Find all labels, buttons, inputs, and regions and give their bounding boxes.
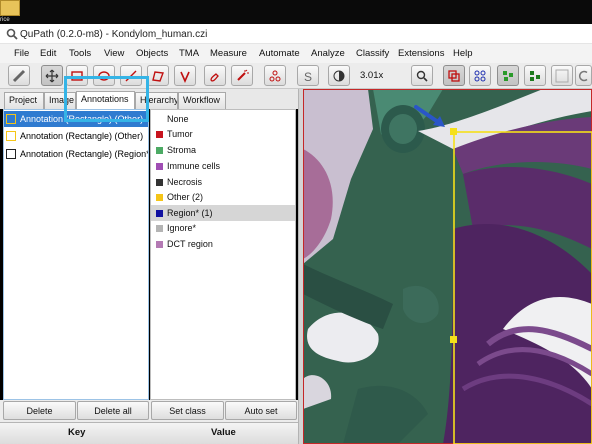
class-swatch — [156, 224, 163, 232]
fill-detections-button[interactable] — [524, 65, 546, 86]
tab-project[interactable]: Project — [4, 92, 44, 109]
show-annotations-icon — [448, 69, 460, 82]
class-item-necrosis[interactable]: Necrosis — [151, 174, 295, 190]
class-swatch — [156, 193, 163, 201]
menu-extensions[interactable]: Extensions — [398, 48, 444, 59]
class-swatch — [156, 146, 163, 154]
wand-tool-icon — [237, 69, 249, 81]
brush-tool-button[interactable] — [204, 65, 226, 86]
menu-automate[interactable]: Automate — [259, 48, 300, 59]
show-detections-icon — [503, 70, 513, 81]
polyline-tool-button[interactable] — [174, 65, 196, 86]
class-item-dct-region[interactable]: DCT region — [151, 236, 295, 252]
menu-help[interactable]: Help — [453, 48, 473, 59]
brightness-contrast-button[interactable] — [328, 65, 350, 86]
show-annotations-button[interactable] — [443, 65, 465, 86]
tissue-image — [303, 89, 592, 444]
svg-text:S: S — [304, 70, 312, 83]
annotation-list-item[interactable]: Annotation (Rectangle) (Region*) — [4, 146, 148, 162]
show-tma-grid-button[interactable] — [469, 65, 491, 86]
menu-tools[interactable]: Tools — [69, 48, 91, 59]
class-swatch — [156, 162, 163, 170]
show-detections-button[interactable] — [497, 65, 519, 86]
class-swatch — [156, 240, 163, 248]
measure-tool-icon — [12, 69, 26, 82]
class-item-ignore[interactable]: Ignore* — [151, 220, 295, 236]
measure-tool-button[interactable] — [8, 65, 30, 86]
zoom-to-fit-icon — [416, 70, 428, 82]
selection-mode-button[interactable]: S — [297, 65, 319, 86]
brush-tool-icon — [210, 72, 219, 82]
class-item-region[interactable]: Region* (1) — [151, 205, 295, 221]
annotation-list-item[interactable]: Annotation (Rectangle) (Other) — [4, 128, 148, 144]
measurement-table-header — [0, 422, 300, 444]
polygon-tool-button[interactable] — [147, 65, 169, 86]
set-class-button[interactable]: Set class — [151, 401, 224, 420]
class-label: Stroma — [167, 145, 197, 155]
brightness-contrast-icon — [333, 70, 345, 81]
class-item-other[interactable]: Other (2) — [151, 189, 295, 205]
class-label: DCT region — [167, 239, 213, 249]
move-tool-button[interactable] — [41, 65, 63, 86]
key-column-header[interactable]: Key — [68, 427, 85, 438]
class-label: Immune cells — [167, 161, 221, 171]
zoom-to-fit-button[interactable] — [411, 65, 433, 86]
annotation-color-box — [6, 131, 16, 141]
menu-objects[interactable]: Objects — [136, 48, 168, 59]
annotation-color-box — [6, 149, 16, 159]
delete-all-button[interactable]: Delete all — [77, 401, 149, 420]
image-viewer[interactable] — [303, 89, 592, 444]
class-label: Region* (1) — [167, 208, 213, 218]
tab-workflow[interactable]: Workflow — [178, 92, 226, 109]
wand-tool-button[interactable] — [231, 65, 253, 86]
show-overlay-options-button[interactable] — [575, 65, 592, 86]
show-pixel-classification-button[interactable] — [551, 65, 573, 86]
points-tool-button[interactable] — [264, 65, 286, 86]
class-label: Other (2) — [167, 192, 204, 202]
highlight-callout-annotations-tab — [64, 76, 149, 122]
class-swatch — [156, 130, 163, 138]
auto-set-button[interactable]: Auto set — [225, 401, 297, 420]
annotation-label: Annotation (Rectangle) (Region*) — [20, 149, 148, 159]
folder-icon[interactable] — [0, 0, 20, 16]
value-column-header[interactable]: Value — [211, 427, 236, 438]
annotation-label: Annotation (Rectangle) (Other) — [20, 131, 144, 141]
menu-classify[interactable]: Classify — [356, 48, 389, 59]
menu-file[interactable]: File — [14, 48, 29, 59]
show-pixel-classification-icon — [555, 69, 569, 82]
class-swatch — [156, 116, 163, 123]
menu-tma[interactable]: TMA — [179, 48, 199, 59]
annotation-color-box — [6, 114, 16, 124]
class-item-tumor[interactable]: Tumor — [151, 126, 295, 142]
desktop-strip — [0, 0, 592, 24]
zoom-level: 3.01x — [360, 70, 384, 81]
class-label: None — [167, 114, 189, 124]
class-item-none[interactable]: None — [151, 111, 295, 127]
class-item-immune-cells[interactable]: Immune cells — [151, 158, 295, 174]
menu-view[interactable]: View — [104, 48, 124, 59]
class-item-stroma[interactable]: Stroma — [151, 142, 295, 158]
window-title: QuPath (0.2.0-m8) - Kondylom_human.czi — [20, 29, 208, 40]
class-label: Ignore* — [167, 223, 197, 233]
polyline-tool-icon — [180, 71, 190, 83]
move-tool-icon — [45, 69, 59, 82]
class-swatch — [156, 209, 163, 217]
desktop-icon-label: rice — [0, 17, 10, 23]
polygon-tool-icon — [152, 70, 164, 82]
selection-mode-icon: S — [304, 70, 312, 83]
class-swatch — [156, 178, 163, 186]
class-label: Tumor — [167, 129, 193, 139]
points-tool-icon — [269, 70, 281, 81]
menu-edit[interactable]: Edit — [40, 48, 56, 59]
class-label: Necrosis — [167, 177, 203, 187]
fill-detections-icon — [530, 70, 540, 81]
menu-measure[interactable]: Measure — [210, 48, 247, 59]
c-icon — [578, 70, 587, 81]
qupath-app-icon — [6, 28, 18, 40]
show-tma-grid-icon — [474, 70, 486, 81]
delete-button[interactable]: Delete — [3, 401, 76, 420]
menu-analyze[interactable]: Analyze — [311, 48, 345, 59]
